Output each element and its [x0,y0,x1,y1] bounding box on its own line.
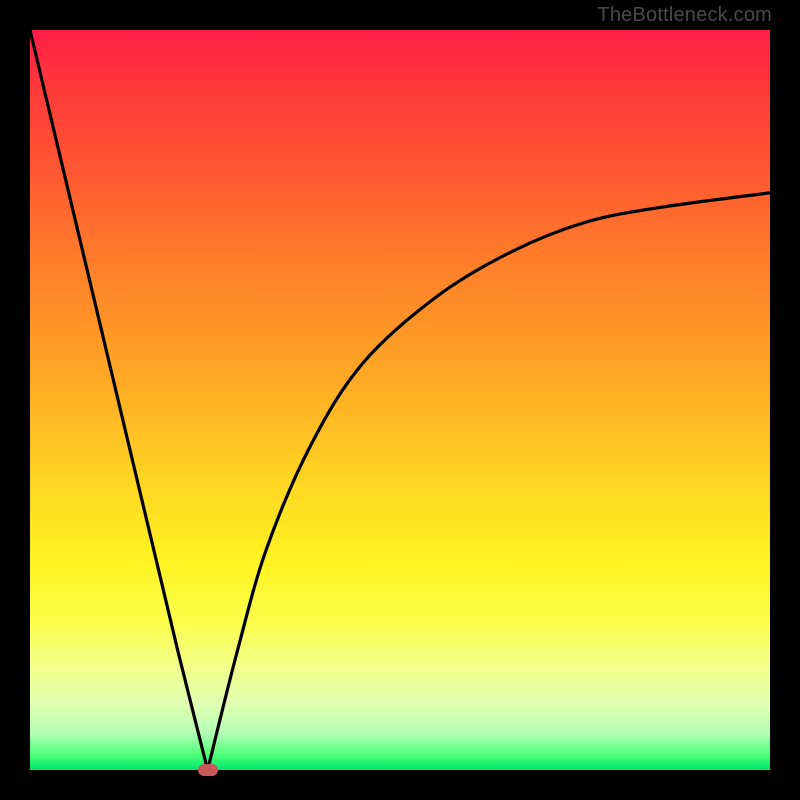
chart-frame: TheBottleneck.com [0,0,800,800]
optimum-marker [198,764,218,776]
curve-path [30,30,770,770]
bottleneck-curve [30,30,770,770]
watermark-text: TheBottleneck.com [597,4,772,27]
